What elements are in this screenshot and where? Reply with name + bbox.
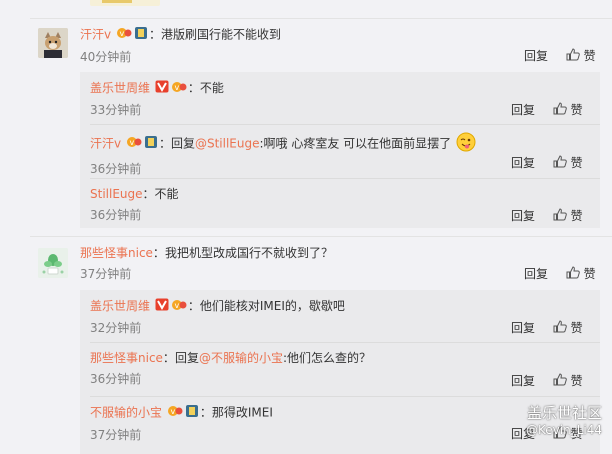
- reply-list: 盖乐世周维 v ：他们能核对IMEI的，歇歇吧 32分钟前 回复 赞 那些怪事n…: [80, 290, 600, 454]
- like-label[interactable]: 赞: [571, 156, 583, 170]
- reply-text: 啊哦 心疼室友 可以在他面前显摆了: [263, 136, 452, 151]
- reply-divider: [90, 396, 600, 397]
- colon: ：: [158, 136, 171, 151]
- reply-text: 他们怎么查的？: [287, 351, 372, 365]
- comment-username[interactable]: 汗汗v: [80, 28, 111, 42]
- comment-text: 我把机型改成国行不就收到了？: [164, 246, 333, 260]
- comment-divider: [30, 18, 612, 19]
- reply-link[interactable]: 回复: [511, 374, 535, 388]
- level-badge-icon: v: [116, 27, 132, 43]
- reply-username[interactable]: 盖乐世周维: [90, 299, 150, 313]
- reply-text: 不能: [154, 187, 179, 201]
- reply-username[interactable]: 盖乐世周维: [90, 81, 150, 95]
- watermark-handle: @Kevin_Li44: [526, 423, 602, 437]
- verified-v-icon: [155, 80, 169, 97]
- thumbs-up-icon[interactable]: [553, 373, 567, 390]
- like-label[interactable]: 赞: [584, 49, 596, 63]
- reply-actions: 回复 赞: [511, 373, 583, 390]
- reply-divider: [90, 124, 600, 125]
- svg-text:v: v: [170, 407, 175, 416]
- reply-link[interactable]: 回复: [511, 103, 535, 117]
- avatar-plant[interactable]: [38, 248, 68, 278]
- avatar-dog[interactable]: [38, 28, 68, 58]
- comment-divider: [30, 236, 612, 237]
- top-highlight-fragment: [90, 0, 160, 6]
- reply-text: 他们能核对IMEI的，歇歇吧: [199, 299, 345, 313]
- reply-prefix: 回复: [174, 351, 199, 365]
- comment-username[interactable]: 那些怪事nice: [80, 246, 153, 260]
- reply-link[interactable]: 回复: [524, 267, 548, 281]
- svg-text:v: v: [119, 29, 124, 38]
- reply-actions: 回复 赞: [511, 208, 583, 225]
- like-label[interactable]: 赞: [571, 103, 583, 117]
- svg-text:v: v: [174, 301, 179, 310]
- thumbs-up-icon[interactable]: [553, 102, 567, 119]
- mention-link[interactable]: @StillEuge: [195, 137, 260, 151]
- reply-link[interactable]: 回复: [511, 321, 535, 335]
- colon: ：: [152, 246, 165, 260]
- reply-list: 盖乐世周维 v ：不能 33分钟前 回复 赞 汗汗v v ：回复@StillEu…: [80, 72, 600, 228]
- colon: ：: [187, 299, 200, 313]
- thumbs-up-icon[interactable]: [553, 320, 567, 337]
- colon: ：: [162, 351, 175, 365]
- mention-link[interactable]: @不服输的小宝: [199, 351, 283, 365]
- level-badge-icon: v: [126, 136, 142, 152]
- like-label[interactable]: 赞: [571, 374, 583, 388]
- member-badge-icon: [185, 404, 199, 422]
- like-label[interactable]: 赞: [571, 321, 583, 335]
- member-badge-icon: [134, 26, 148, 44]
- dog-avatar-icon: [38, 28, 68, 58]
- comment-actions: 回复 赞: [524, 48, 596, 65]
- comment-actions: 回复 赞: [524, 266, 596, 283]
- reply-text: 那得改IMEI: [211, 405, 273, 420]
- reply-actions: 回复 赞: [511, 155, 583, 172]
- reply-username[interactable]: StillEuge: [90, 187, 143, 201]
- reply-divider: [90, 342, 600, 343]
- level-badge-icon: v: [171, 299, 187, 315]
- colon: ：: [187, 81, 200, 95]
- reply-username[interactable]: 那些怪事nice: [90, 351, 163, 365]
- svg-text:v: v: [129, 138, 134, 147]
- reply-link[interactable]: 回复: [511, 156, 535, 170]
- comment-text: 港版刷国行能不能收到: [160, 27, 281, 42]
- reply-username[interactable]: 不服输的小宝: [90, 406, 162, 420]
- colon: ：: [148, 27, 161, 42]
- verified-v-icon: [155, 298, 169, 315]
- svg-text:v: v: [174, 83, 179, 92]
- reply-text: 不能: [199, 81, 224, 95]
- tongue-emoji-icon: [456, 132, 476, 156]
- reply-divider: [90, 178, 600, 179]
- reply-prefix: 回复: [170, 136, 195, 151]
- thumbs-up-icon[interactable]: [553, 208, 567, 225]
- reply-actions: 回复 赞: [511, 320, 583, 337]
- thumbs-up-icon[interactable]: [566, 266, 580, 283]
- level-badge-icon: v: [171, 81, 187, 97]
- reply-username[interactable]: 汗汗v: [90, 137, 121, 151]
- like-label[interactable]: 赞: [571, 209, 583, 223]
- reply-link[interactable]: 回复: [524, 49, 548, 63]
- thumbs-up-icon[interactable]: [566, 48, 580, 65]
- reply-link[interactable]: 回复: [511, 209, 535, 223]
- colon: ：: [199, 405, 212, 420]
- watermark-title: 盖乐世社区: [526, 404, 602, 422]
- thumbs-up-icon[interactable]: [553, 155, 567, 172]
- colon: ：: [142, 187, 155, 201]
- plant-avatar-icon: [38, 248, 68, 278]
- level-badge-icon: v: [167, 405, 183, 421]
- reply-actions: 回复 赞: [511, 102, 583, 119]
- like-label[interactable]: 赞: [584, 267, 596, 281]
- member-badge-icon: [144, 135, 158, 153]
